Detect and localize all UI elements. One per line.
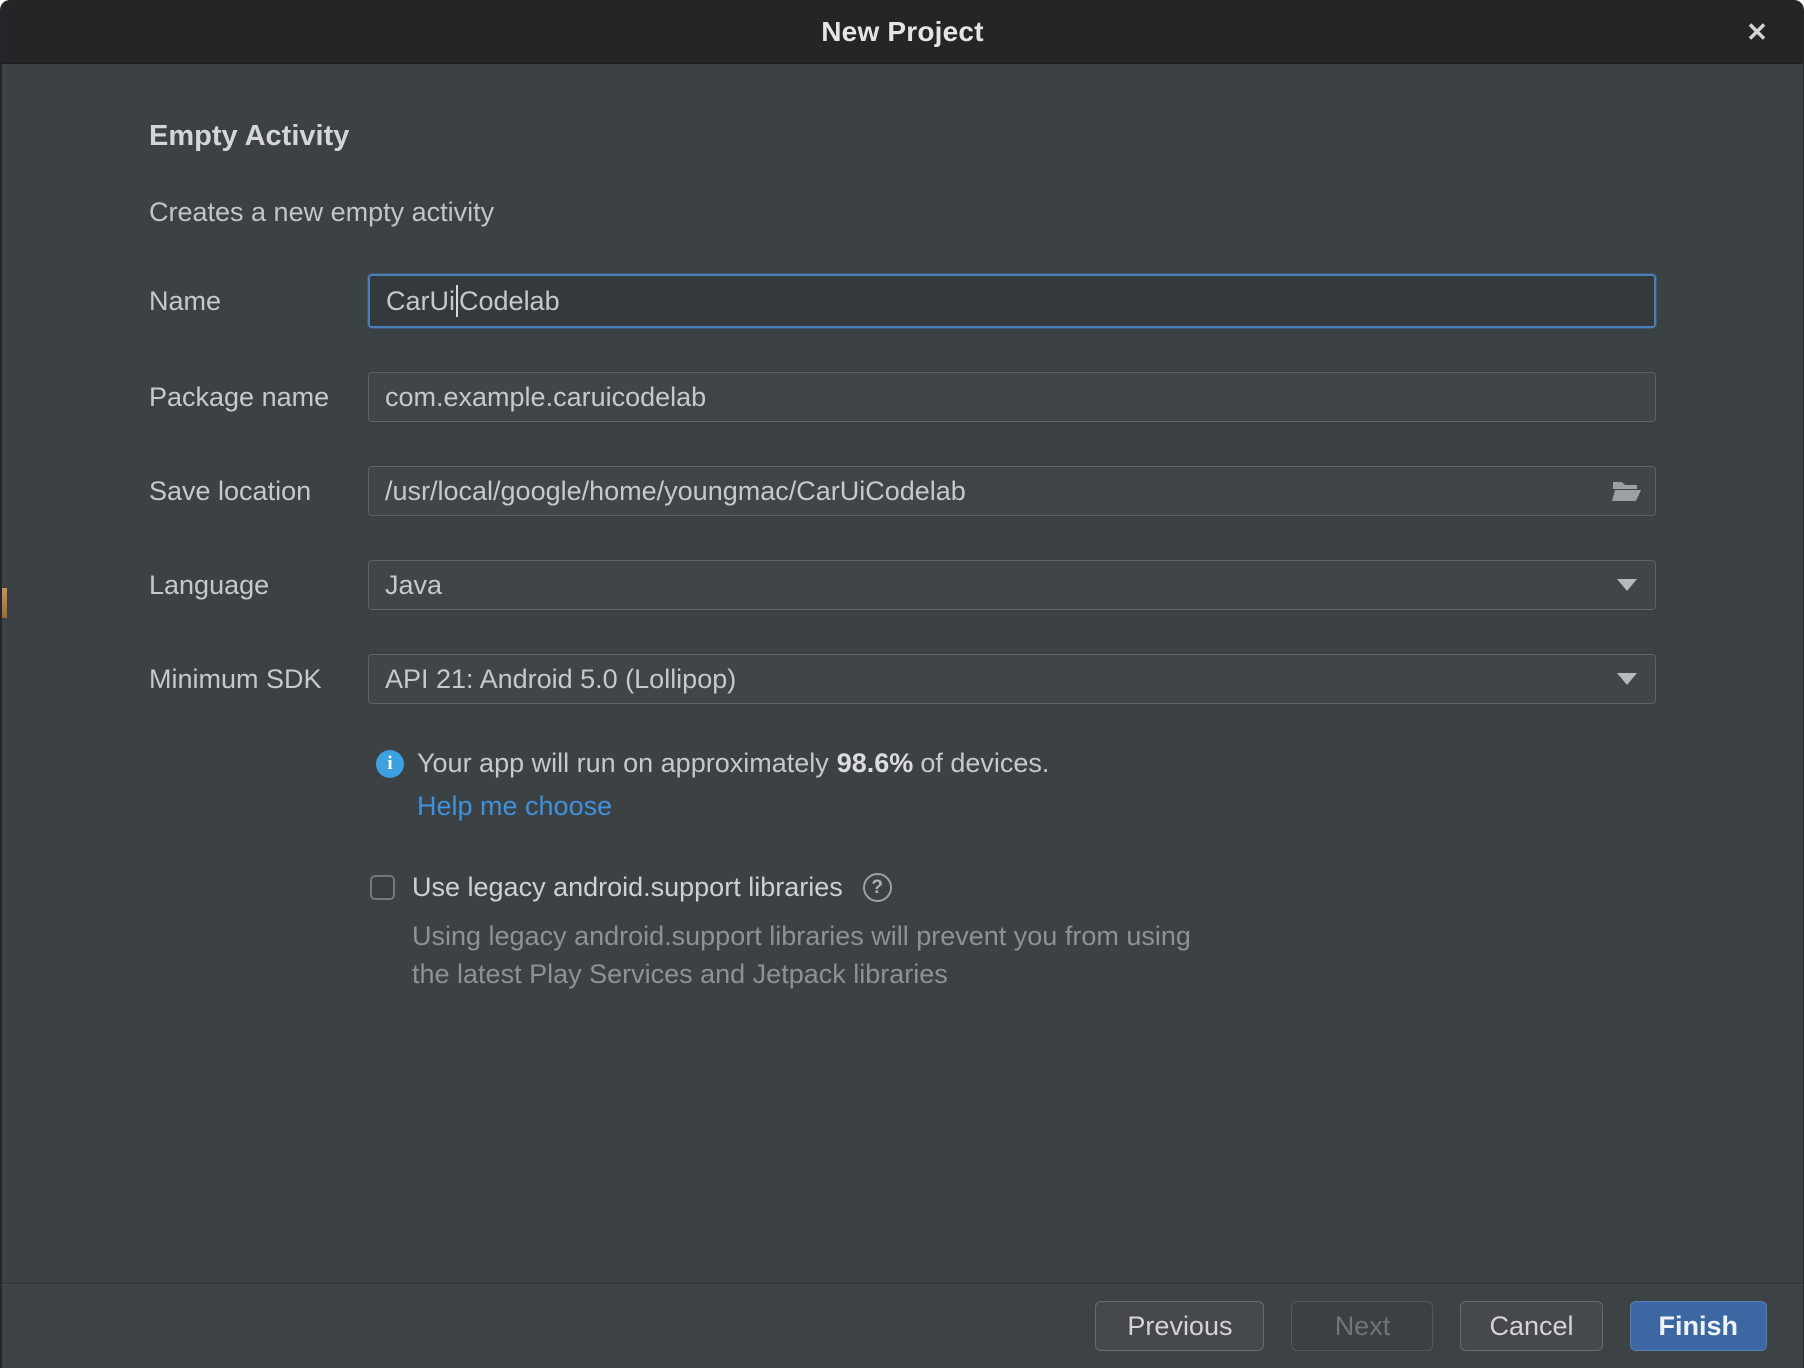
package-name-input[interactable]: com.example.caruicodelab xyxy=(368,372,1656,422)
previous-button[interactable]: Previous xyxy=(1095,1301,1264,1351)
save-location-input[interactable]: /usr/local/google/home/youngmac/CarUiCod… xyxy=(368,466,1656,516)
sdk-info-block: i Your app will run on approximately 98.… xyxy=(376,748,1653,822)
language-value: Java xyxy=(385,570,442,601)
dialog-content: Empty Activity Creates a new empty activ… xyxy=(2,64,1803,1283)
project-form: Name CarUiCodelab Package name com.examp… xyxy=(149,274,1653,704)
text-caret xyxy=(456,285,458,317)
button-bar: Previous Next Cancel Finish xyxy=(2,1283,1803,1368)
name-value-after-caret: Codelab xyxy=(459,286,560,317)
sdk-info-text-after: of devices. xyxy=(920,748,1049,779)
dialog-title: New Project xyxy=(821,16,983,48)
help-circle-icon[interactable]: ? xyxy=(863,873,892,902)
help-me-choose-link[interactable]: Help me choose xyxy=(417,791,612,822)
title-bar: New Project ✕ xyxy=(2,0,1803,64)
page-title: Empty Activity xyxy=(149,120,1653,153)
legacy-description-line2: the latest Play Services and Jetpack lib… xyxy=(412,955,1653,993)
save-location-value: /usr/local/google/home/youngmac/CarUiCod… xyxy=(385,476,966,507)
minimum-sdk-dropdown[interactable]: API 21: Android 5.0 (Lollipop) xyxy=(368,654,1656,704)
legacy-libraries-block: Use legacy android.support libraries ? U… xyxy=(370,872,1653,993)
sdk-info-line: i Your app will run on approximately 98.… xyxy=(376,748,1653,779)
name-label: Name xyxy=(149,286,368,317)
legacy-checkbox[interactable] xyxy=(370,875,395,900)
new-project-dialog: New Project ✕ Empty Activity Creates a n… xyxy=(0,0,1804,1368)
info-icon: i xyxy=(376,750,404,778)
legacy-description: Using legacy android.support libraries w… xyxy=(412,917,1653,993)
language-dropdown[interactable]: Java xyxy=(368,560,1656,610)
sdk-info-text-before: Your app will run on approximately xyxy=(417,748,829,779)
language-label: Language xyxy=(149,570,368,601)
chevron-down-icon xyxy=(1617,579,1637,591)
page-subtitle: Creates a new empty activity xyxy=(149,197,1653,228)
close-icon[interactable]: ✕ xyxy=(1733,0,1781,64)
minimum-sdk-value: API 21: Android 5.0 (Lollipop) xyxy=(385,664,736,695)
finish-button[interactable]: Finish xyxy=(1630,1301,1768,1351)
legacy-checkbox-row: Use legacy android.support libraries ? xyxy=(370,872,1653,903)
next-button[interactable]: Next xyxy=(1291,1301,1433,1351)
sdk-percent: 98.6% xyxy=(829,748,921,779)
folder-browse-icon[interactable] xyxy=(1611,478,1643,504)
name-input[interactable]: CarUiCodelab xyxy=(368,274,1656,328)
package-name-label: Package name xyxy=(149,382,368,413)
package-name-value: com.example.caruicodelab xyxy=(385,382,706,413)
legacy-description-line1: Using legacy android.support libraries w… xyxy=(412,917,1653,955)
name-value-before-caret: CarUi xyxy=(386,286,455,317)
minimum-sdk-label: Minimum SDK xyxy=(149,664,368,695)
chevron-down-icon xyxy=(1617,673,1637,685)
legacy-checkbox-label: Use legacy android.support libraries xyxy=(412,872,843,903)
cancel-button[interactable]: Cancel xyxy=(1460,1301,1602,1351)
save-location-label: Save location xyxy=(149,476,368,507)
desktop-sliver xyxy=(2,588,7,618)
